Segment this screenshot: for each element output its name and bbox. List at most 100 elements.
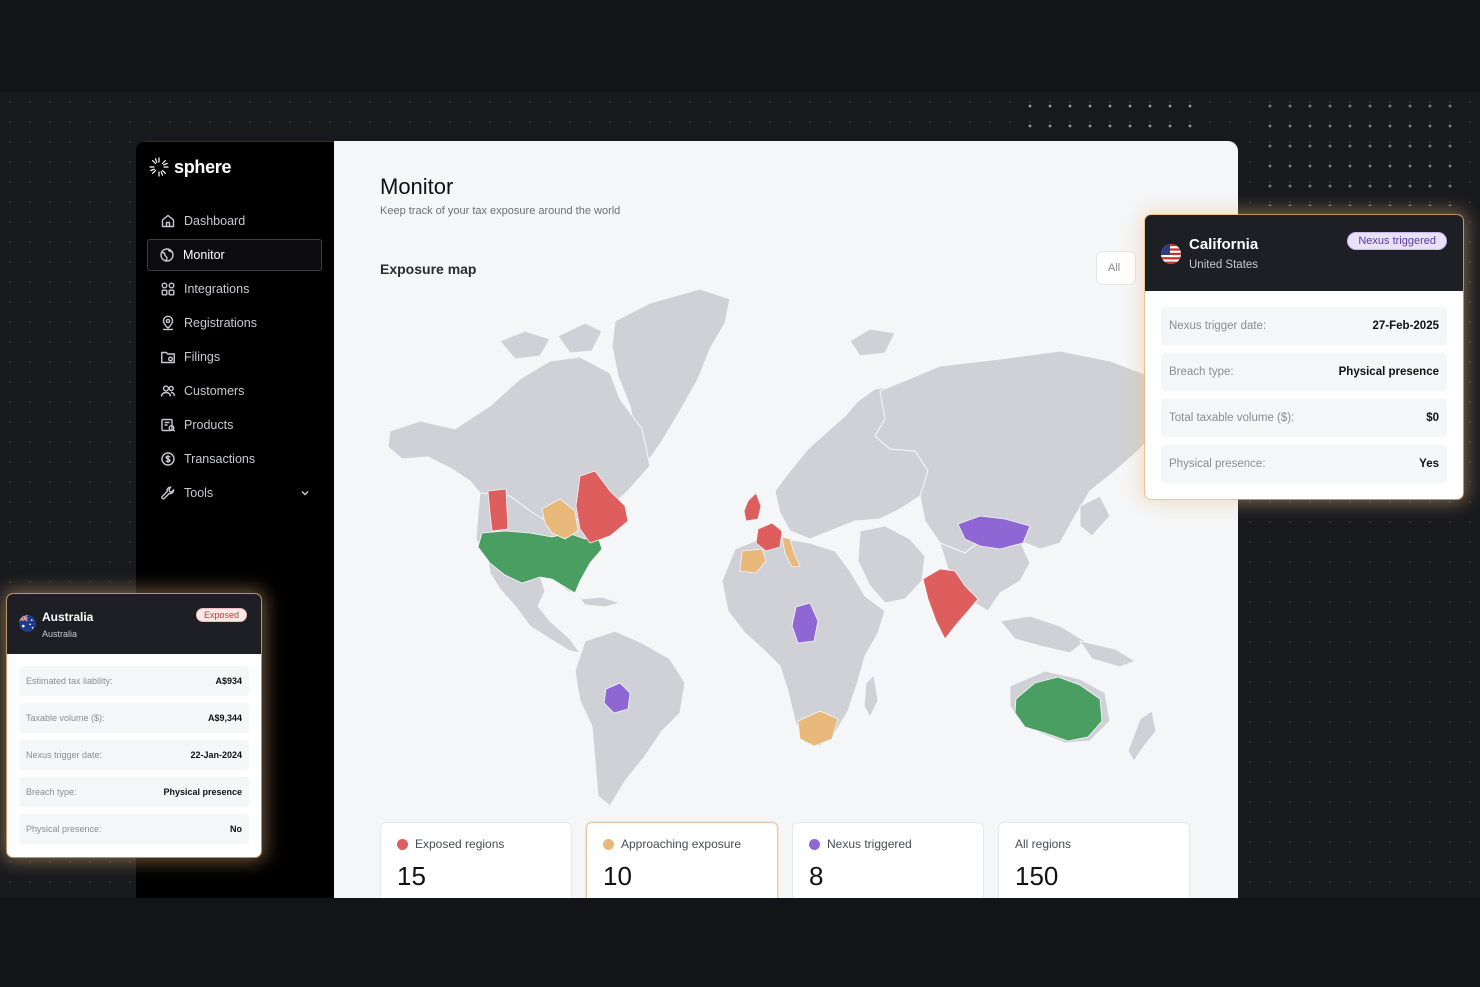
box-icon: [160, 417, 176, 433]
stat-card-all[interactable]: All regions 150: [998, 822, 1190, 898]
stat-value: 8: [809, 861, 824, 891]
stat-value: 150: [1015, 861, 1059, 891]
detail-row: Nexus trigger date: 22-Jan-2024: [19, 740, 249, 770]
region-detail-card-california: California United States Nexus triggered…: [1145, 215, 1463, 499]
card-header: Australia Australia Exposed: [7, 594, 261, 654]
sidebar-item-customers[interactable]: Customers: [147, 375, 322, 407]
detail-value: 27-Feb-2025: [1372, 320, 1439, 332]
stat-label: All regions: [1015, 837, 1072, 851]
detail-label: Nexus trigger date:: [26, 750, 103, 760]
sidebar-item-tools[interactable]: Tools: [147, 477, 322, 509]
status-badge: Nexus triggered: [1347, 232, 1447, 250]
logo[interactable]: sphere: [148, 156, 232, 178]
sidebar-item-label: Products: [184, 418, 234, 432]
detail-row: Taxable volume ($): A$9,344: [19, 703, 249, 733]
detail-row: Estimated tax liability: A$934: [19, 666, 249, 696]
detail-row: Total taxable volume ($): $0: [1161, 399, 1447, 437]
detail-row: Breach type: Physical presence: [1161, 353, 1447, 391]
status-badge: Exposed: [195, 608, 247, 622]
grid-icon: [160, 281, 176, 297]
stat-label-row: All regions: [1015, 837, 1173, 851]
detail-label: Physical presence:: [26, 824, 102, 834]
detail-value: Yes: [1419, 458, 1439, 470]
detail-label: Nexus trigger date:: [1169, 320, 1267, 332]
detail-value: No: [230, 824, 242, 834]
chevron-down-icon[interactable]: [300, 487, 310, 497]
sidebar-item-products[interactable]: Products: [147, 409, 322, 441]
stat-card-approaching[interactable]: Approaching exposure 10: [586, 822, 778, 898]
card-subtitle: Australia: [42, 629, 78, 639]
stat-label: Exposed regions: [415, 837, 505, 851]
sidebar-item-label: Filings: [184, 350, 221, 364]
sidebar-item-dashboard[interactable]: Dashboard: [147, 205, 322, 237]
detail-label: Physical presence:: [1169, 458, 1266, 470]
stat-label-row: Nexus triggered: [809, 837, 967, 851]
sidebar-item-filings[interactable]: Filings: [147, 341, 322, 373]
detail-value: 22-Jan-2024: [190, 750, 242, 760]
detail-row: Breach type: Physical presence: [19, 777, 249, 807]
sidebar-item-label: Customers: [184, 384, 245, 398]
detail-row: Nexus trigger date: 27-Feb-2025: [1161, 307, 1447, 345]
stat-label: Approaching exposure: [621, 837, 742, 851]
sidebar-item-label: Monitor: [183, 248, 225, 262]
decorative-dots: [1260, 96, 1460, 206]
dollar-icon: [160, 451, 176, 467]
sidebar-item-registrations[interactable]: Registrations: [147, 307, 322, 339]
region-uk[interactable]: [743, 492, 762, 522]
detail-label: Taxable volume ($):: [26, 713, 105, 723]
detail-label: Breach type:: [1169, 366, 1234, 378]
stat-card-nexus[interactable]: Nexus triggered 8: [792, 822, 984, 898]
sidebar-item-label: Tools: [184, 486, 214, 500]
stat-cards: Exposed regions 15 Approaching exposure …: [380, 822, 1190, 898]
detail-value: A$9,344: [207, 713, 242, 723]
wrench-icon: [160, 485, 176, 501]
region-detail-card-australia: Australia Australia Exposed Estimated ta…: [7, 594, 261, 857]
sidebar-item-transactions[interactable]: Transactions: [147, 443, 322, 475]
tan-dot-icon: [603, 838, 614, 850]
australia-flag-icon: [19, 615, 36, 632]
brand-name: sphere: [174, 156, 232, 177]
filter-value: All: [1108, 262, 1121, 274]
exposure-map[interactable]: [380, 281, 1170, 811]
stat-label-row: Approaching exposure: [603, 837, 761, 851]
region-canada-west[interactable]: [487, 488, 509, 532]
sidebar-nav: Dashboard Monitor Integrations Registrat…: [147, 205, 322, 511]
sidebar-item-monitor[interactable]: Monitor: [147, 239, 322, 271]
main-content: Monitor Keep track of your tax exposure …: [334, 141, 1238, 898]
card-title: California: [1189, 236, 1259, 253]
sidebar-item-label: Integrations: [184, 282, 250, 296]
home-icon: [160, 213, 176, 229]
detail-row: Physical presence: No: [19, 814, 249, 844]
sphere-logo-icon: [149, 157, 169, 177]
detail-value: Physical presence: [163, 787, 242, 797]
card-body: Estimated tax liability: A$934 Taxable v…: [7, 666, 261, 844]
card-header: California United States Nexus triggered: [1145, 215, 1463, 291]
card-subtitle: United States: [1189, 259, 1259, 271]
stat-value: 10: [603, 861, 632, 891]
region-filter-dropdown[interactable]: All: [1096, 251, 1136, 285]
detail-value: $0: [1426, 412, 1439, 424]
detail-value: Physical presence: [1338, 366, 1439, 378]
detail-label: Estimated tax liability:: [26, 676, 113, 686]
stat-label: Nexus triggered: [827, 837, 912, 851]
globe-icon: [159, 247, 175, 263]
card-body: Nexus trigger date: 27-Feb-2025 Breach t…: [1145, 307, 1463, 483]
sidebar-item-label: Dashboard: [184, 214, 246, 228]
page-subtitle: Keep track of your tax exposure around t…: [380, 205, 621, 217]
users-icon: [160, 383, 176, 399]
detail-label: Total taxable volume ($):: [1169, 412, 1295, 424]
stat-value: 15: [397, 861, 426, 891]
location-icon: [160, 315, 176, 331]
sidebar-item-integrations[interactable]: Integrations: [147, 273, 322, 305]
detail-label: Breach type:: [26, 787, 77, 797]
stat-card-exposed[interactable]: Exposed regions 15: [380, 822, 572, 898]
stat-label-row: Exposed regions: [397, 837, 555, 851]
red-dot-icon: [397, 838, 408, 850]
page-title: Monitor: [380, 174, 454, 199]
detail-value: A$934: [215, 676, 242, 686]
folder-icon: [160, 349, 176, 365]
section-title: Exposure map: [380, 261, 477, 277]
card-title: Australia: [42, 610, 94, 624]
sidebar-item-label: Transactions: [184, 452, 256, 466]
us-flag-icon: [1161, 244, 1181, 264]
